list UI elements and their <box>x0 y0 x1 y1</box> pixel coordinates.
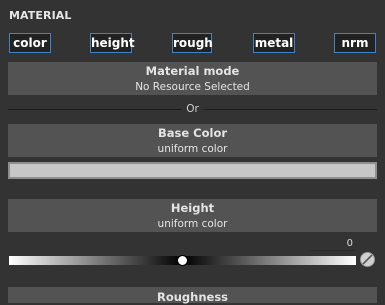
material-mode-button[interactable]: Material mode No Resource Selected <box>8 62 377 95</box>
height-value-field[interactable]: 0 <box>310 237 355 251</box>
or-label: Or <box>181 103 204 116</box>
height-slider-handle[interactable] <box>177 255 188 266</box>
material-mode-title: Material mode <box>145 64 240 78</box>
or-separator: Or <box>8 103 377 116</box>
channel-tab-color[interactable]: color <box>9 33 51 53</box>
height-button[interactable]: Height uniform color <box>8 199 377 232</box>
base-color-swatch[interactable] <box>8 162 377 179</box>
reset-icon[interactable] <box>359 251 376 268</box>
material-mode-subtitle: No Resource Selected <box>135 81 250 93</box>
base-color-title: Base Color <box>157 126 228 140</box>
height-subtitle: uniform color <box>157 218 228 230</box>
channel-tab-rough[interactable]: rough <box>172 33 213 53</box>
roughness-button[interactable]: Roughness <box>8 287 377 304</box>
base-color-subtitle: uniform color <box>157 143 228 155</box>
channel-tab-nrm[interactable]: nrm <box>334 33 376 53</box>
height-title: Height <box>170 201 215 215</box>
panel-title: MATERIAL <box>9 9 72 22</box>
base-color-button[interactable]: Base Color uniform color <box>8 124 377 157</box>
channel-tab-height[interactable]: height <box>90 33 135 53</box>
channel-tab-metal[interactable]: metal <box>253 33 295 53</box>
